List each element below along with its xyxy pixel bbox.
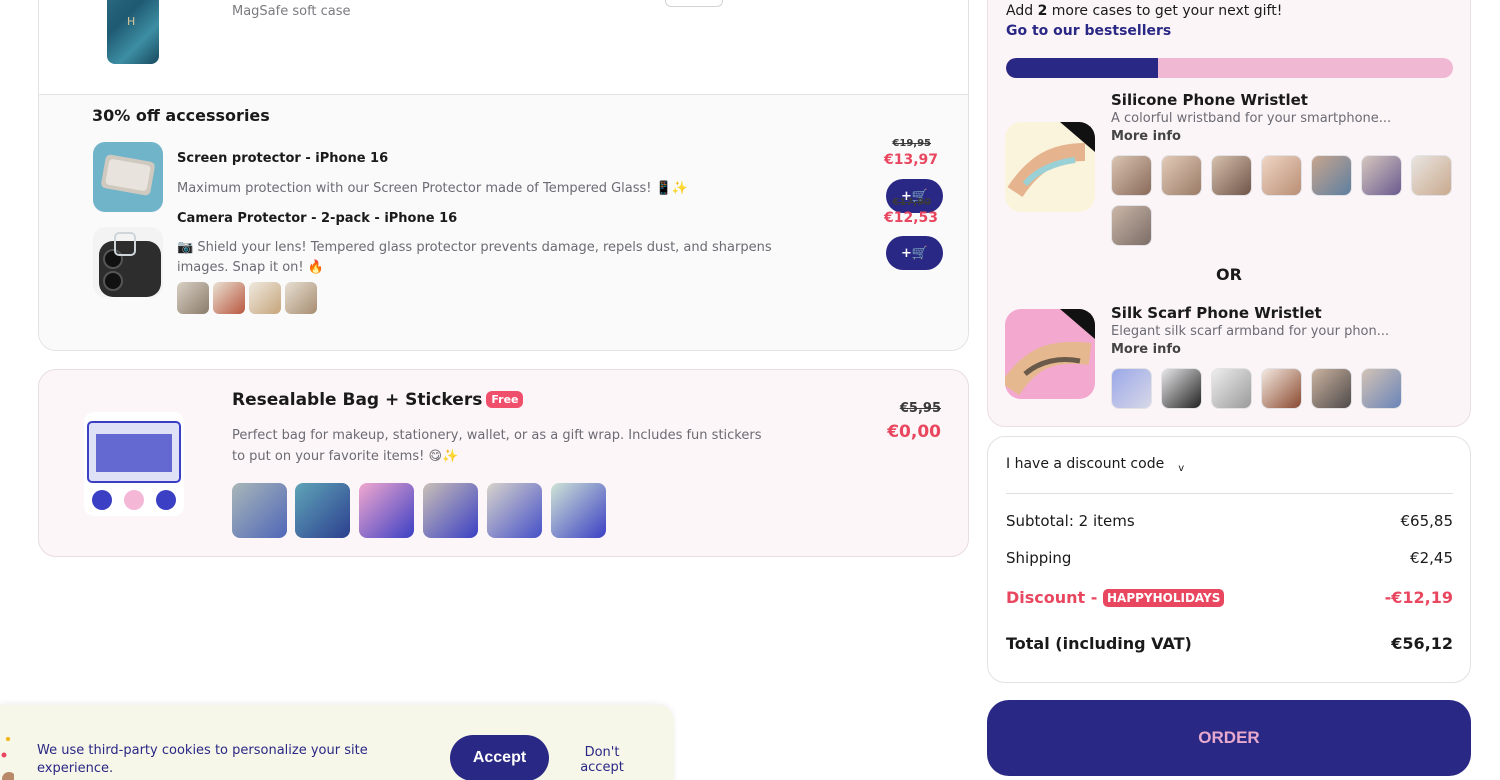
- bag-new-price: €0,00: [887, 422, 941, 442]
- bag-title-text: Resealable Bag + Stickers: [232, 390, 483, 410]
- shipping-row: Shipping €2,45: [1006, 549, 1453, 567]
- screen-protector-image: [93, 142, 163, 212]
- gallery-thumbnail[interactable]: [359, 483, 414, 538]
- discount-value: -€12,19: [1384, 588, 1453, 607]
- discount-label-group: Discount - HAPPYHOLIDAYS: [1006, 588, 1225, 607]
- summary-divider: [1006, 493, 1453, 494]
- accessory-description: 📷 Shield your lens! Tempered glass prote…: [177, 240, 772, 275]
- gift-message-prefix: Add: [1006, 3, 1038, 19]
- color-swatch[interactable]: [1111, 155, 1152, 196]
- shipping-label: Shipping: [1006, 549, 1072, 567]
- color-swatch[interactable]: [1361, 368, 1402, 409]
- wristlet-more-info-link[interactable]: More info: [1111, 129, 1181, 144]
- free-gift-bag-card: Resealable Bag + Stickers Free Perfect ba…: [38, 369, 969, 557]
- add-to-cart-button[interactable]: +🛒: [886, 236, 943, 270]
- discount-code-toggle[interactable]: I have a discount code v: [1006, 456, 1184, 474]
- gallery-thumbnail[interactable]: [487, 483, 542, 538]
- gallery-thumbnail[interactable]: [232, 483, 287, 538]
- color-swatch[interactable]: [1361, 155, 1402, 196]
- wristlet-name: Silicone Phone Wristlet: [1111, 91, 1308, 109]
- color-swatch[interactable]: [1261, 368, 1302, 409]
- subtotal-value: €65,85: [1400, 512, 1454, 530]
- discount-label: Discount -: [1006, 588, 1103, 607]
- color-swatch[interactable]: [1411, 155, 1452, 196]
- bestsellers-link[interactable]: Go to our bestsellers: [1006, 23, 1171, 39]
- wristlet-more-info-link[interactable]: More info: [1111, 342, 1181, 357]
- gallery-thumbnail[interactable]: [285, 282, 317, 314]
- cookie-decoration-icon: [1, 737, 14, 780]
- accessory-old-price: €19,95: [892, 138, 931, 149]
- color-swatch[interactable]: [1111, 205, 1152, 246]
- color-swatch[interactable]: [1261, 155, 1302, 196]
- cart-card: H MagSafe soft case 30% off accessories …: [38, 0, 969, 351]
- gallery-thumbnail[interactable]: [423, 483, 478, 538]
- accessory-name: Camera Protector - 2-pack - iPhone 16: [177, 211, 458, 226]
- accessory-new-price: €12,53: [883, 210, 938, 226]
- color-swatch[interactable]: [1211, 368, 1252, 409]
- subtotal-row: Subtotal: 2 items €65,85: [1006, 512, 1453, 530]
- chevron-down-icon: v: [1178, 463, 1185, 474]
- gift-progress-card: Add 2 more cases to get your next gift! …: [987, 0, 1471, 427]
- gallery-thumbnail[interactable]: [177, 282, 209, 314]
- gift-message-count: 2: [1037, 3, 1048, 19]
- cookie-text: We use third-party cookies to personaliz…: [37, 743, 368, 776]
- accessory-old-price: €17,90: [892, 197, 931, 208]
- discount-code-badge: HAPPYHOLIDAYS: [1102, 589, 1225, 607]
- cookie-decline-button[interactable]: Don't accept: [576, 745, 628, 775]
- cart-item-case: H MagSafe soft case: [39, 0, 968, 95]
- case-subtitle: MagSafe soft case: [232, 4, 351, 19]
- total-row: Total (including VAT) €56,12: [1006, 634, 1453, 653]
- case-image: H: [107, 0, 159, 64]
- color-swatch[interactable]: [1311, 368, 1352, 409]
- bag-old-price: €5,95: [899, 401, 941, 416]
- shipping-value: €2,45: [1410, 549, 1453, 567]
- color-swatch[interactable]: [1161, 368, 1202, 409]
- gallery-thumbnail[interactable]: [213, 282, 245, 314]
- free-badge: Free: [486, 391, 524, 408]
- case-monogram: H: [127, 15, 136, 28]
- accessories-title: 30% off accessories: [92, 106, 270, 125]
- silk-scarf-wristlet-image: [1005, 309, 1095, 399]
- accessories-section: 30% off accessories Screen protector - i…: [39, 95, 968, 350]
- discount-toggle-label: I have a discount code: [1006, 456, 1165, 472]
- wristlet-description: A colorful wristband for your smartphone…: [1111, 111, 1392, 126]
- total-label: Total (including VAT): [1006, 634, 1192, 653]
- gift-message: Add 2 more cases to get your next gift!: [1006, 3, 1282, 19]
- order-button[interactable]: ORDER: [987, 700, 1471, 776]
- bag-title: Resealable Bag + Stickers Free: [232, 390, 524, 410]
- color-swatch[interactable]: [1311, 155, 1352, 196]
- total-value: €56,12: [1391, 634, 1453, 653]
- silicone-wristlet-image: [1005, 122, 1095, 212]
- camera-protector-image: [93, 227, 163, 297]
- discount-row: Discount - HAPPYHOLIDAYS -€12,19: [1006, 588, 1453, 607]
- wristlet-name: Silk Scarf Phone Wristlet: [1111, 304, 1322, 322]
- quantity-stepper[interactable]: [665, 0, 723, 7]
- gallery-thumbnail[interactable]: [249, 282, 281, 314]
- accessory-new-price: €13,97: [883, 152, 938, 168]
- color-swatch[interactable]: [1161, 155, 1202, 196]
- gallery-thumbnail[interactable]: [295, 483, 350, 538]
- cookie-accept-button[interactable]: Accept: [450, 735, 549, 780]
- order-summary-card: I have a discount code v Subtotal: 2 item…: [987, 436, 1471, 683]
- wristlet-description: Elegant silk scarf armband for your phon…: [1111, 324, 1390, 339]
- color-swatch[interactable]: [1111, 368, 1152, 409]
- bag-description: Perfect bag for makeup, stationery, wall…: [232, 428, 762, 464]
- cookie-banner: We use third-party cookies to personaliz…: [0, 705, 674, 780]
- gift-progress-bar: [1006, 58, 1453, 78]
- gift-message-suffix: more cases to get your next gift!: [1047, 3, 1283, 19]
- bag-image: [84, 412, 184, 516]
- color-swatch[interactable]: [1211, 155, 1252, 196]
- gallery-thumbnail[interactable]: [551, 483, 606, 538]
- accessory-description: Maximum protection with our Screen Prote…: [177, 181, 689, 196]
- gift-progress-fill: [1006, 58, 1158, 78]
- subtotal-label: Subtotal: 2 items: [1006, 512, 1135, 530]
- or-separator: OR: [1216, 265, 1242, 284]
- accessory-name: Screen protector - iPhone 16: [177, 151, 389, 166]
